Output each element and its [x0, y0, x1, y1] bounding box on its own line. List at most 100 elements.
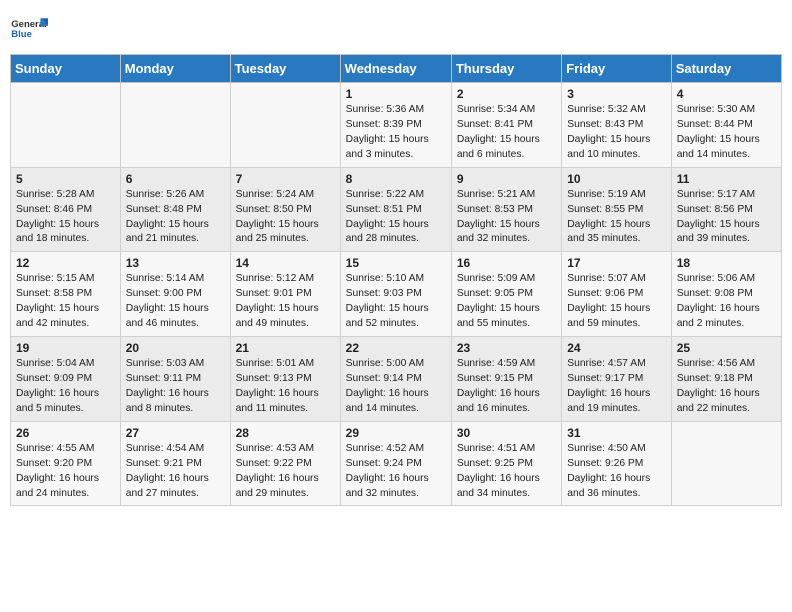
day-number: 14: [236, 256, 335, 270]
day-number: 30: [457, 426, 556, 440]
cell-1-6: 11Sunrise: 5:17 AMSunset: 8:56 PMDayligh…: [671, 167, 781, 252]
day-number: 4: [677, 87, 776, 101]
day-number: 24: [567, 341, 665, 355]
cell-2-0: 12Sunrise: 5:15 AMSunset: 8:58 PMDayligh…: [11, 252, 121, 337]
header-day-thursday: Thursday: [451, 55, 561, 83]
cell-0-5: 3Sunrise: 5:32 AMSunset: 8:43 PMDaylight…: [562, 83, 671, 168]
cell-content: and 36 minutes.: [567, 487, 665, 502]
cell-content: Daylight: 16 hours: [236, 472, 335, 487]
day-number: 22: [346, 341, 446, 355]
cell-content: and 42 minutes.: [16, 317, 115, 332]
header-day-tuesday: Tuesday: [230, 55, 340, 83]
cell-content: Daylight: 15 hours: [16, 302, 115, 317]
cell-content: Daylight: 15 hours: [457, 133, 556, 148]
cell-2-6: 18Sunrise: 5:06 AMSunset: 9:08 PMDayligh…: [671, 252, 781, 337]
cell-content: Sunrise: 5:10 AM: [346, 272, 446, 287]
day-number: 28: [236, 426, 335, 440]
cell-content: Sunrise: 5:26 AM: [126, 188, 225, 203]
day-number: 11: [677, 172, 776, 186]
cell-content: and 29 minutes.: [236, 487, 335, 502]
cell-content: Daylight: 16 hours: [677, 302, 776, 317]
cell-content: Sunrise: 5:14 AM: [126, 272, 225, 287]
calendar-header: SundayMondayTuesdayWednesdayThursdayFrid…: [11, 55, 782, 83]
cell-3-0: 19Sunrise: 5:04 AMSunset: 9:09 PMDayligh…: [11, 337, 121, 422]
cell-0-3: 1Sunrise: 5:36 AMSunset: 8:39 PMDaylight…: [340, 83, 451, 168]
cell-1-3: 8Sunrise: 5:22 AMSunset: 8:51 PMDaylight…: [340, 167, 451, 252]
cell-content: Sunrise: 5:00 AM: [346, 357, 446, 372]
header-day-friday: Friday: [562, 55, 671, 83]
day-number: 7: [236, 172, 335, 186]
cell-content: Sunset: 9:14 PM: [346, 372, 446, 387]
day-number: 31: [567, 426, 665, 440]
cell-content: Daylight: 15 hours: [16, 218, 115, 233]
cell-content: and 5 minutes.: [16, 402, 115, 417]
cell-content: Sunset: 9:26 PM: [567, 457, 665, 472]
day-number: 13: [126, 256, 225, 270]
cell-content: Daylight: 15 hours: [126, 302, 225, 317]
cell-content: Sunset: 8:53 PM: [457, 203, 556, 218]
cell-content: Sunset: 8:56 PM: [677, 203, 776, 218]
cell-content: Daylight: 15 hours: [567, 218, 665, 233]
cell-3-5: 24Sunrise: 4:57 AMSunset: 9:17 PMDayligh…: [562, 337, 671, 422]
cell-1-0: 5Sunrise: 5:28 AMSunset: 8:46 PMDaylight…: [11, 167, 121, 252]
cell-content: Daylight: 15 hours: [677, 133, 776, 148]
cell-3-2: 21Sunrise: 5:01 AMSunset: 9:13 PMDayligh…: [230, 337, 340, 422]
cell-1-5: 10Sunrise: 5:19 AMSunset: 8:55 PMDayligh…: [562, 167, 671, 252]
cell-2-1: 13 Sunrise: 5:14 AMSunset: 9:00 PMDayligh…: [120, 252, 230, 337]
day-number: 15: [346, 256, 446, 270]
cell-content: Daylight: 16 hours: [16, 387, 115, 402]
cell-3-1: 20Sunrise: 5:03 AMSunset: 9:11 PMDayligh…: [120, 337, 230, 422]
svg-text:Blue: Blue: [11, 29, 32, 40]
cell-content: Sunset: 9:24 PM: [346, 457, 446, 472]
cell-content: Sunset: 9:00 PM: [126, 287, 225, 302]
cell-content: Sunrise: 5:21 AM: [457, 188, 556, 203]
cell-1-1: 6Sunrise: 5:26 AMSunset: 8:48 PMDaylight…: [120, 167, 230, 252]
cell-0-0: [11, 83, 121, 168]
cell-content: Sunrise: 4:55 AM: [16, 442, 115, 457]
cell-content: Daylight: 16 hours: [16, 472, 115, 487]
cell-content: Sunrise: 4:59 AM: [457, 357, 556, 372]
cell-content: Daylight: 15 hours: [567, 133, 665, 148]
cell-content: Sunrise: 5:24 AM: [236, 188, 335, 203]
cell-content: and 59 minutes.: [567, 317, 665, 332]
cell-2-3: 15Sunrise: 5:10 AMSunset: 9:03 PMDayligh…: [340, 252, 451, 337]
day-number: 8: [346, 172, 446, 186]
day-number: 1: [346, 87, 446, 101]
cell-content: Daylight: 16 hours: [346, 387, 446, 402]
cell-content: Daylight: 16 hours: [567, 387, 665, 402]
cell-content: Sunset: 9:11 PM: [126, 372, 225, 387]
cell-content: Daylight: 15 hours: [567, 302, 665, 317]
day-number: 6: [126, 172, 225, 186]
day-number: 12: [16, 256, 115, 270]
cell-content: Daylight: 15 hours: [457, 302, 556, 317]
day-number: 26: [16, 426, 115, 440]
cell-content: and 11 minutes.: [236, 402, 335, 417]
day-number: 9: [457, 172, 556, 186]
cell-content: Sunset: 8:46 PM: [16, 203, 115, 218]
cell-content: and 24 minutes.: [16, 487, 115, 502]
day-number: 5: [16, 172, 115, 186]
day-number: 23: [457, 341, 556, 355]
cell-content: and 3 minutes.: [346, 148, 446, 163]
cell-content: Sunset: 8:44 PM: [677, 118, 776, 133]
cell-3-4: 23Sunrise: 4:59 AMSunset: 9:15 PMDayligh…: [451, 337, 561, 422]
cell-content: Sunrise: 5:03 AM: [126, 357, 225, 372]
cell-content: and 28 minutes.: [346, 232, 446, 247]
cell-4-1: 27Sunrise: 4:54 AMSunset: 9:21 PMDayligh…: [120, 421, 230, 506]
cell-content: Sunrise: 4:53 AM: [236, 442, 335, 457]
cell-content: Sunrise: 5:34 AM: [457, 103, 556, 118]
day-number: 10: [567, 172, 665, 186]
cell-0-6: 4Sunrise: 5:30 AMSunset: 8:44 PMDaylight…: [671, 83, 781, 168]
cell-content: Sunrise: 5:36 AM: [346, 103, 446, 118]
week-row-3: 19Sunrise: 5:04 AMSunset: 9:09 PMDayligh…: [11, 337, 782, 422]
cell-4-3: 29Sunrise: 4:52 AMSunset: 9:24 PMDayligh…: [340, 421, 451, 506]
logo-icon: General Blue: [10, 10, 48, 48]
cell-content: Sunset: 8:39 PM: [346, 118, 446, 133]
day-number: 21: [236, 341, 335, 355]
cell-content: Daylight: 16 hours: [346, 472, 446, 487]
cell-content: and 32 minutes.: [457, 232, 556, 247]
cell-content: Sunset: 9:13 PM: [236, 372, 335, 387]
cell-content: Daylight: 15 hours: [346, 218, 446, 233]
day-number: 19: [16, 341, 115, 355]
cell-content: and 55 minutes.: [457, 317, 556, 332]
